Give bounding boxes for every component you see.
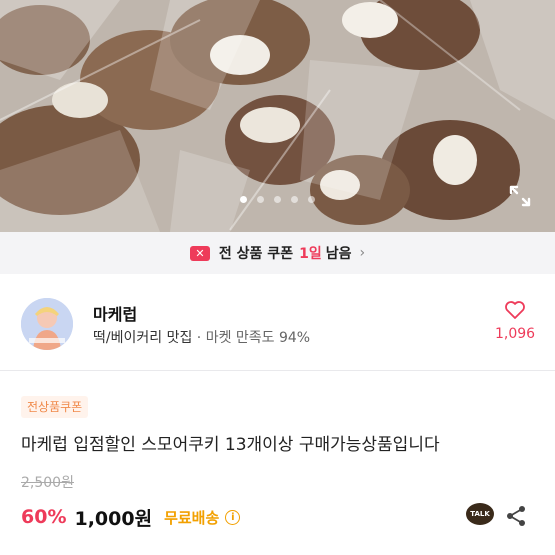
like-button[interactable]: 1,096 [495, 300, 535, 342]
expand-icon[interactable] [507, 183, 533, 209]
seller-section[interactable]: 마케럽 떡/베이커리 맛집 · 마켓 만족도 94% 1,096 [0, 274, 555, 368]
seller-name[interactable]: 마케럽 [93, 301, 137, 325]
coupon-banner[interactable]: ✕ 전 상품 쿠폰 1일 남음 › [0, 232, 555, 274]
product-title: 마케럽 입점할인 스모어쿠키 13개이상 구매가능상품입니다 [21, 435, 440, 455]
coupon-icon: ✕ [189, 245, 210, 261]
like-count: 1,096 [495, 326, 536, 342]
carousel-dot[interactable] [240, 196, 247, 203]
seller-category: 떡/베이커리 맛집 [93, 330, 193, 346]
sale-price: 1,000원 [74, 507, 153, 530]
original-price: 2,500원 [21, 475, 74, 491]
heart-icon [505, 301, 525, 319]
product-photo[interactable] [0, 0, 555, 232]
meta-separator: · [192, 330, 206, 346]
free-shipping-label: 무료배송 [164, 508, 220, 527]
coupon-remaining-label: 남음 [325, 246, 352, 262]
talk-chat-button[interactable]: TALK [466, 503, 494, 525]
market-satisfaction: 마켓 만족도 94% [205, 330, 311, 346]
info-icon[interactable]: i [225, 509, 241, 525]
share-icon[interactable] [505, 505, 527, 527]
discount-rate: 60% [21, 506, 67, 528]
seller-avatar[interactable] [21, 298, 73, 350]
coupon-days-left: 1일 [299, 246, 322, 262]
carousel-dots [0, 196, 555, 206]
carousel-dot[interactable] [308, 196, 315, 203]
price-row: 60% 1,000원 무료배송 i [21, 503, 241, 531]
carousel-dot[interactable] [291, 196, 298, 203]
seller-meta: 떡/베이커리 맛집 · 마켓 만족도 94% [93, 327, 310, 347]
coupon-tag: 전상품쿠폰 [21, 396, 89, 418]
chevron-right-icon: › [359, 245, 366, 261]
coupon-text: 전 상품 쿠폰 [218, 246, 294, 262]
carousel-dot[interactable] [257, 196, 264, 203]
section-divider [0, 370, 555, 371]
carousel-dot[interactable] [274, 196, 281, 203]
